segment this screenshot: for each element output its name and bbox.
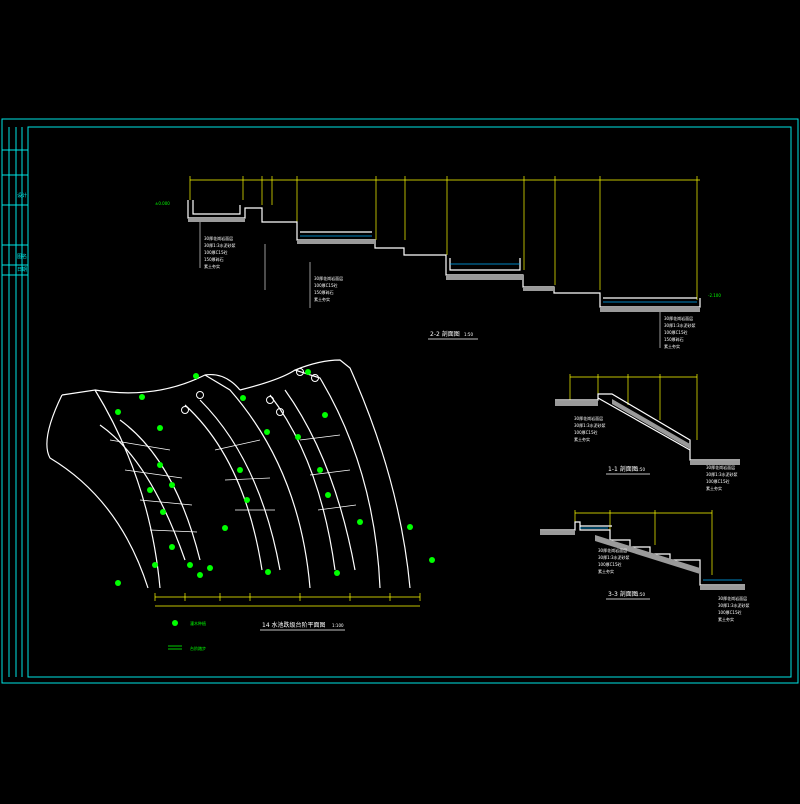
section-1-1: 30厚花岗岩面层 30厚1:3水泥砂浆 100厚C15砼 素土夯实 30厚花岗岩…	[555, 374, 740, 491]
svg-text:1-1 剖面图: 1-1 剖面图	[608, 465, 638, 473]
svg-text:30厚花岗岩面层: 30厚花岗岩面层	[574, 415, 603, 421]
elevation-left: ±0.000	[155, 201, 170, 206]
svg-text:30厚花岗岩面层: 30厚花岗岩面层	[664, 315, 693, 321]
svg-text:1:50: 1:50	[464, 332, 473, 337]
svg-text:3-3 剖面图: 3-3 剖面图	[608, 590, 638, 598]
svg-text:100厚C15砼: 100厚C15砼	[314, 282, 338, 288]
plan-view: 14 水池跌级台阶平面图 1:100 灌木种植 台阶踏步	[46, 359, 435, 651]
cad-drawing-canvas: 设计 图名 日期 ±0.000 -2.100 30厚花岗岩面层 30厚1:3水泥…	[0, 0, 800, 800]
section-2-2-title: 2-2 剖面图 1:50	[428, 330, 478, 340]
section-3-3: 30厚花岗岩面层 30厚1:3水泥砂浆 100厚C15砼 素土夯实 30厚花岗岩…	[540, 510, 750, 622]
plan-path-outline	[61, 389, 161, 589]
svg-text:素土夯实: 素土夯实	[204, 263, 220, 269]
svg-text:2-2 剖面图: 2-2 剖面图	[430, 330, 460, 338]
svg-text:30厚花岗岩面层: 30厚花岗岩面层	[314, 275, 343, 281]
elevation-right: -2.100	[708, 293, 721, 298]
section-2-2-dimension-chain	[189, 176, 700, 300]
section-3-3-dimension	[574, 510, 713, 575]
svg-text:30厚花岗岩面层: 30厚花岗岩面层	[598, 547, 627, 553]
svg-text:30厚花岗岩面层: 30厚花岗岩面层	[204, 235, 233, 241]
svg-text:灌木种植: 灌木种植	[190, 620, 206, 626]
svg-text:30厚1:3水泥砂浆: 30厚1:3水泥砂浆	[204, 242, 236, 248]
plan-dimension-chain	[154, 593, 421, 607]
svg-text:30厚花岗岩面层: 30厚花岗岩面层	[718, 595, 747, 601]
svg-text:素土夯实: 素土夯实	[718, 616, 734, 622]
svg-text:150厚碎石: 150厚碎石	[204, 256, 224, 262]
plan-legend: 灌木种植 台阶踏步	[168, 620, 206, 651]
plan-title: 14 水池跌级台阶平面图 1:100	[260, 621, 345, 631]
legend-shrub-icon	[172, 620, 178, 626]
svg-text:100厚C15砼: 100厚C15砼	[664, 329, 688, 335]
svg-text:150厚碎石: 150厚碎石	[314, 289, 334, 295]
svg-text:100厚C15砼: 100厚C15砼	[574, 429, 598, 435]
svg-text:1:50: 1:50	[636, 467, 645, 472]
svg-text:素土夯实: 素土夯实	[706, 485, 722, 491]
section-2-2: ±0.000 -2.100 30厚花岗岩面层 30厚1:3水泥砂浆 100厚C1…	[155, 176, 721, 349]
section-3-3-title: 3-3 剖面图 1:50	[606, 590, 650, 600]
svg-text:30厚1:3水泥砂浆: 30厚1:3水泥砂浆	[718, 602, 750, 608]
inner-border	[27, 126, 792, 678]
plan-outlines	[46, 359, 411, 589]
section-2-2-leaders	[199, 222, 661, 348]
drawing-frame	[1, 118, 799, 684]
svg-text:1:50: 1:50	[636, 592, 645, 597]
svg-text:14 水池跌级台阶平面图: 14 水池跌级台阶平面图	[262, 621, 326, 629]
svg-text:30厚1:3水泥砂浆: 30厚1:3水泥砂浆	[574, 422, 606, 428]
svg-text:30厚1:3水泥砂浆: 30厚1:3水泥砂浆	[664, 322, 696, 328]
title-strip-label-a: 设计	[17, 192, 27, 199]
svg-text:30厚花岗岩面层: 30厚花岗岩面层	[706, 464, 735, 470]
svg-text:30厚1:3水泥砂浆: 30厚1:3水泥砂浆	[706, 471, 738, 477]
svg-text:素土夯实: 素土夯实	[598, 568, 614, 574]
svg-text:100厚C15砼: 100厚C15砼	[598, 561, 622, 567]
svg-text:素土夯实: 素土夯实	[664, 343, 680, 349]
svg-text:30厚1:3水泥砂浆: 30厚1:3水泥砂浆	[598, 554, 630, 560]
title-strip-label-b: 图名	[17, 253, 27, 260]
svg-text:150厚碎石: 150厚碎石	[664, 336, 684, 342]
title-strip-label-c: 日期	[17, 267, 27, 273]
svg-text:100厚C15砼: 100厚C15砼	[718, 609, 742, 615]
svg-text:1:100: 1:100	[332, 623, 344, 628]
cad-drawing: 设计 图名 日期 ±0.000 -2.100 30厚花岗岩面层 30厚1:3水泥…	[1, 118, 799, 684]
svg-text:素土夯实: 素土夯实	[574, 436, 590, 442]
svg-text:100厚C15砼: 100厚C15砼	[706, 478, 730, 484]
section-2-2-elevations: ±0.000 -2.100	[155, 201, 721, 298]
svg-text:100厚C15砼: 100厚C15砼	[204, 249, 228, 255]
section-3-3-hatch	[540, 531, 745, 590]
section-2-2-water	[300, 235, 697, 303]
column-symbol-icon	[181, 368, 319, 416]
section-1-1-title: 1-1 剖面图 1:50	[606, 465, 650, 475]
outer-border	[1, 118, 799, 684]
svg-text:素土夯实: 素土夯实	[314, 296, 330, 302]
svg-text:台阶踏步: 台阶踏步	[190, 645, 206, 651]
